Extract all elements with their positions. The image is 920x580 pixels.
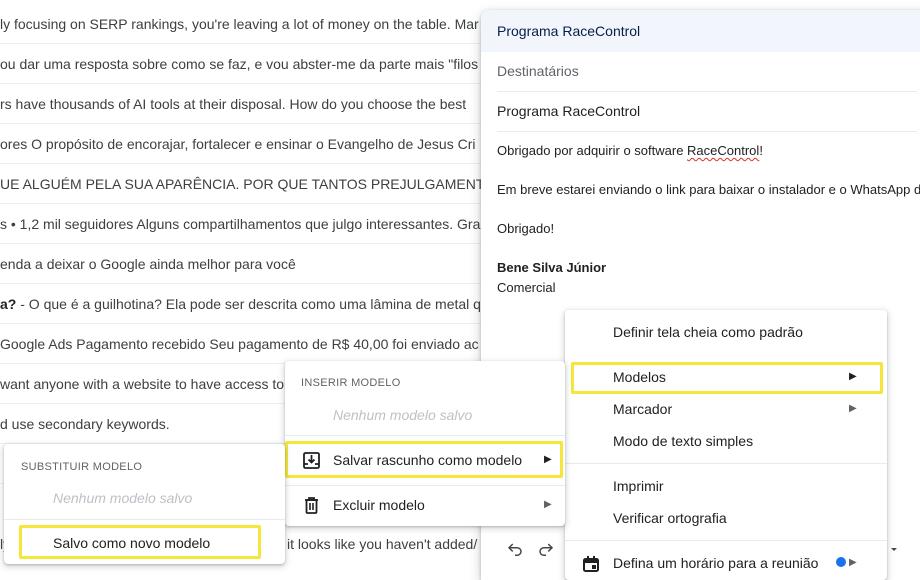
undo-button[interactable]: [503, 538, 527, 562]
undo-icon: [507, 543, 522, 556]
body-line-2: Em breve estarei enviando o link para ba…: [497, 182, 920, 197]
menu-divider: [4, 519, 285, 520]
menu-item-templates[interactable]: Modelos: [613, 369, 666, 385]
submenu-arrow-icon: ▶: [544, 454, 552, 465]
email-snippet: rs have thousands of AI tools at their d…: [0, 96, 467, 112]
more-options-menu: Definir tela cheia como padrão Modelos ▶…: [565, 310, 887, 580]
menu-divider: [285, 435, 565, 436]
calendar-icon: [581, 554, 601, 574]
menu-divider: [565, 540, 887, 541]
email-snippet: d use secondary keywords.: [0, 416, 170, 432]
menu-item-spellcheck[interactable]: Verificar ortografia: [613, 510, 727, 526]
email-snippet: - O que é a guilhotina? Ela pode ser des…: [20, 296, 481, 312]
no-saved-template-placeholder: Nenhum modelo salvo: [53, 490, 193, 506]
body-line-3: Obrigado!: [497, 221, 555, 236]
menu-item-schedule-meeting[interactable]: Defina um horário para a reunião: [613, 555, 818, 571]
email-snippet: ou dar uma resposta sobre como se faz, e…: [0, 56, 479, 72]
signature-role: Comercial: [497, 280, 556, 295]
email-snippet: UE ALGUÉM PELA SUA APARÊNCIA. POR QUE TA…: [0, 176, 522, 192]
email-snippet: Google Ads Pagamento recebido Seu pagame…: [0, 336, 479, 352]
menu-item-delete-template[interactable]: Excluir modelo: [333, 497, 425, 513]
no-saved-template-placeholder: Nenhum modelo salvo: [333, 407, 473, 423]
email-snippet: enda a deixar o Google ainda melhor para…: [0, 256, 296, 272]
submenu-arrow-icon: ▶: [849, 557, 857, 568]
recipients-field[interactable]: Destinatários: [497, 51, 917, 92]
submenu-arrow-icon: ▶: [544, 499, 552, 510]
body-line-1: Obrigado por adquirir o software RaceCon…: [497, 143, 763, 158]
email-snippet: ly focusing on SERP rankings, you're lea…: [0, 16, 479, 32]
email-snippet: want anyone with a website to have acces…: [0, 376, 285, 392]
menu-item-label[interactable]: Marcador: [613, 401, 672, 417]
menu-item-save-as-new-template[interactable]: Salvo como novo modelo: [53, 535, 210, 551]
redo-icon: [539, 543, 554, 556]
menu-item-fullscreen-default[interactable]: Definir tela cheia como padrão: [613, 324, 803, 340]
email-snippet: ores O propósito de encorajar, fortalece…: [0, 136, 476, 152]
menu-divider: [285, 485, 565, 486]
misspelled-word: RaceControl: [687, 143, 760, 158]
signature-name: Bene Silva Júnior: [497, 260, 607, 275]
redo-button[interactable]: [534, 538, 558, 562]
templates-menu: INSERIR MODELO Nenhum modelo salvo Salva…: [285, 361, 565, 526]
new-feature-dot-icon: [836, 557, 846, 567]
menu-item-print[interactable]: Imprimir: [613, 478, 664, 494]
menu-divider: [565, 463, 887, 464]
menu-item-plain-text[interactable]: Modo de texto simples: [613, 433, 753, 449]
replace-template-heading: SUBSTITUIR MODELO: [21, 461, 143, 473]
submenu-arrow-icon: ▶: [849, 403, 857, 414]
email-subject-fragment: a?: [0, 296, 17, 312]
compose-title[interactable]: Programa RaceControl: [481, 10, 920, 52]
save-template-submenu: SUBSTITUIR MODELO Nenhum modelo salvo Sa…: [4, 444, 285, 564]
email-snippet: it looks like you haven't added/: [287, 536, 478, 552]
subject-field[interactable]: Programa RaceControl: [497, 91, 917, 132]
trash-icon: [301, 495, 321, 515]
insert-template-heading: INSERIR MODELO: [301, 377, 401, 389]
menu-item-save-draft-as-template[interactable]: Salvar rascunho como modelo: [333, 452, 522, 468]
save-template-icon: [301, 450, 321, 470]
email-snippet: s • 1,2 mil seguidores Alguns compartilh…: [0, 216, 481, 232]
submenu-arrow-icon: ▶: [849, 371, 857, 382]
